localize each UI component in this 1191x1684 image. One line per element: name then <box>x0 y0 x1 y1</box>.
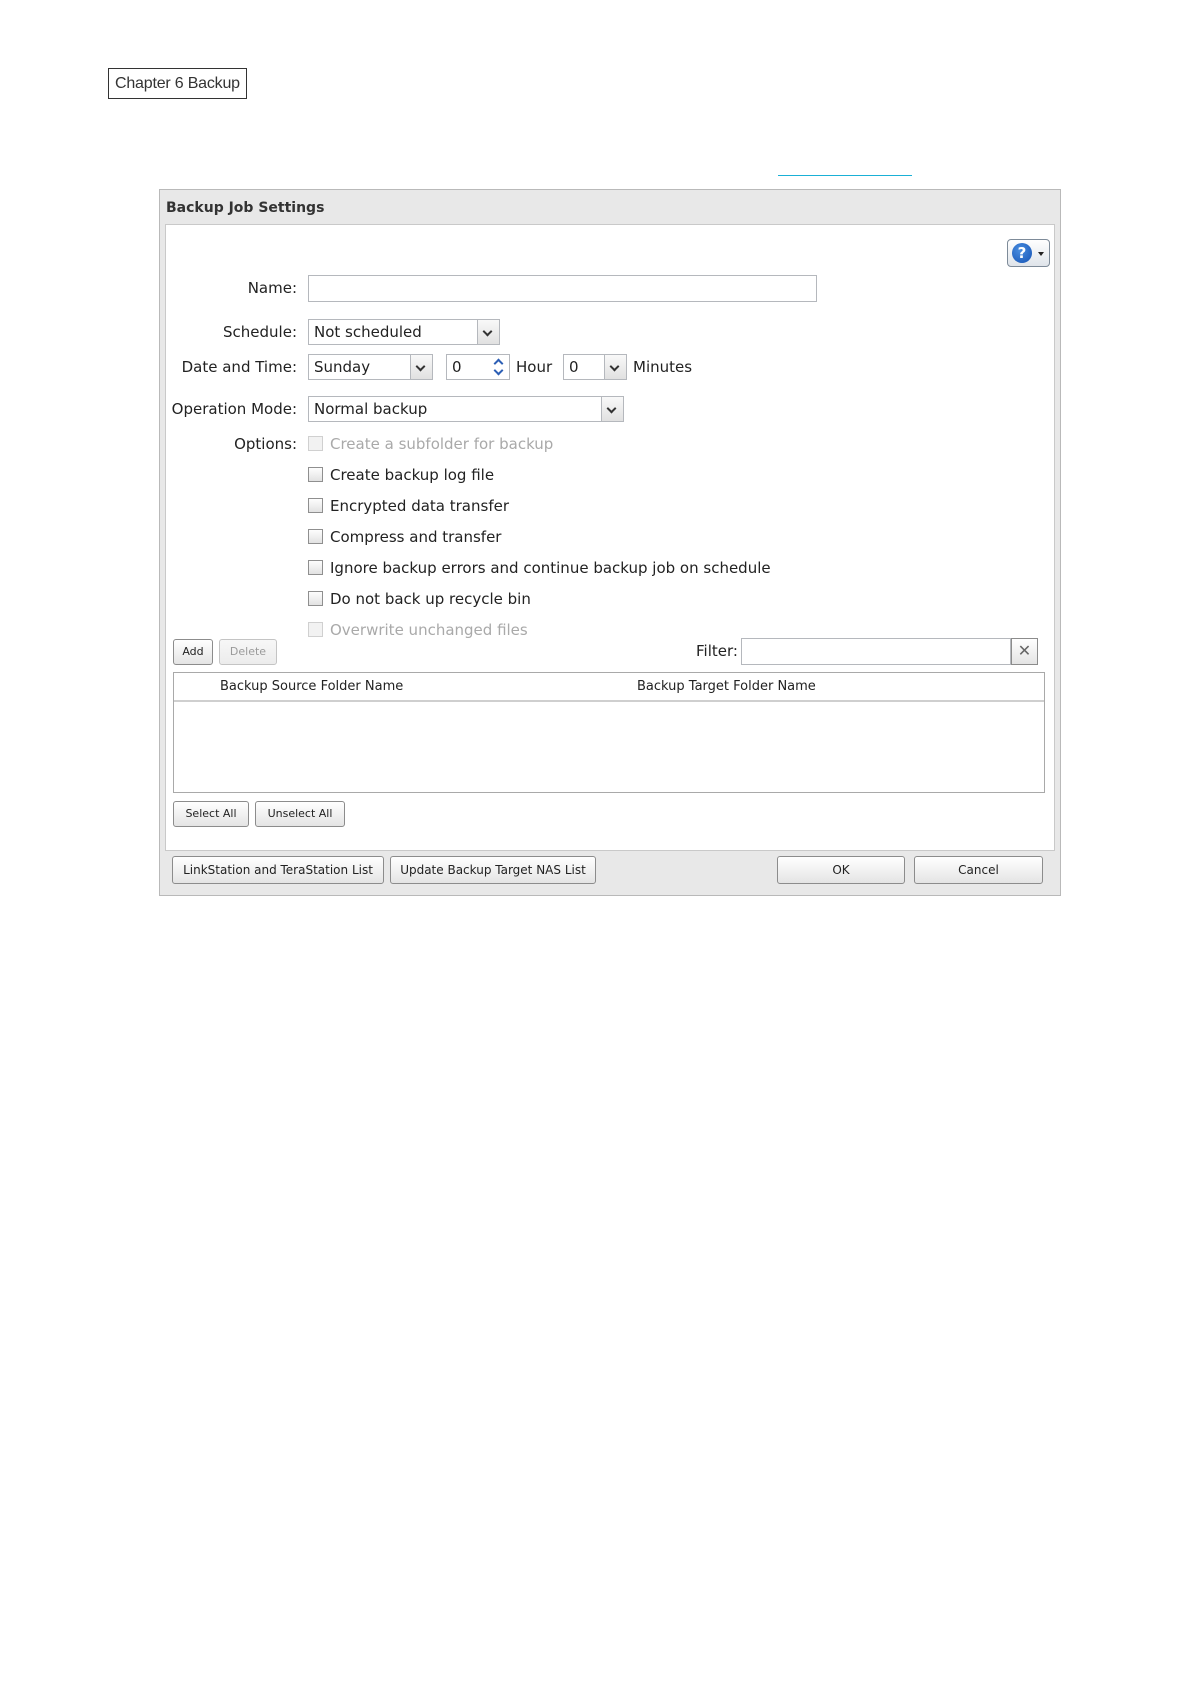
spinner-icon[interactable] <box>491 355 509 379</box>
chevron-down-icon <box>604 355 626 379</box>
chevron-down-icon <box>477 320 499 344</box>
update-nas-list-button[interactable]: Update Backup Target NAS List <box>390 856 596 884</box>
chevron-down-icon <box>601 397 623 421</box>
ok-button[interactable]: OK <box>777 856 905 884</box>
checkbox <box>308 622 323 637</box>
chevron-down-icon <box>410 355 432 379</box>
schedule-select[interactable]: Not scheduled <box>308 319 500 345</box>
hour-value: 0 <box>452 358 462 376</box>
operation-mode-select[interactable]: Normal backup <box>308 396 624 422</box>
option-label: Compress and transfer <box>330 528 502 546</box>
checkbox[interactable] <box>308 467 323 482</box>
checkbox[interactable] <box>308 591 323 606</box>
schedule-label: Schedule: <box>223 323 297 341</box>
filter-input[interactable] <box>741 638 1011 665</box>
arrow-down-icon <box>493 365 504 376</box>
option-label: Create a subfolder for backup <box>330 435 554 453</box>
datetime-label: Date and Time: <box>181 358 297 376</box>
hour-unit-label: Hour <box>516 358 553 376</box>
delete-button[interactable]: Delete <box>219 639 277 665</box>
dialog-body: ? Name: Schedule: Not scheduled Date and… <box>165 224 1055 851</box>
option-label: Encrypted data transfer <box>330 497 509 515</box>
day-value: Sunday <box>314 358 371 376</box>
option-label: Overwrite unchanged files <box>330 621 528 639</box>
operation-mode-label: Operation Mode: <box>171 400 297 418</box>
options-label: Options: <box>234 435 297 453</box>
checkbox[interactable] <box>308 529 323 544</box>
link-underline <box>778 175 912 176</box>
option-label: Create backup log file <box>330 466 495 484</box>
option-label: Ignore backup errors and continue backup… <box>330 559 771 577</box>
backup-job-settings-dialog: Backup Job Settings ? Name: Schedule: No… <box>159 189 1061 896</box>
minutes-select[interactable]: 0 <box>563 354 627 380</box>
minutes-unit-label: Minutes <box>633 358 693 376</box>
checkbox[interactable] <box>308 498 323 513</box>
add-button[interactable]: Add <box>173 639 213 665</box>
name-label: Name: <box>247 279 297 297</box>
column-header-source[interactable]: Backup Source Folder Name <box>220 679 403 694</box>
table-header: Backup Source Folder Name Backup Target … <box>174 673 1044 702</box>
schedule-value: Not scheduled <box>314 323 422 341</box>
option-label: Do not back up recycle bin <box>330 590 531 608</box>
checkbox[interactable] <box>308 560 323 575</box>
hour-stepper[interactable]: 0 <box>446 354 510 380</box>
dialog-title: Backup Job Settings <box>166 200 325 216</box>
filter-label: Filter: <box>696 642 738 660</box>
clear-filter-icon[interactable]: ✕ <box>1011 638 1038 665</box>
select-all-button[interactable]: Select All <box>173 801 249 827</box>
folder-table: Backup Source Folder Name Backup Target … <box>173 672 1045 793</box>
checkbox <box>308 436 323 451</box>
name-input[interactable] <box>308 275 817 302</box>
operation-mode-value: Normal backup <box>314 400 428 418</box>
column-header-target[interactable]: Backup Target Folder Name <box>637 679 816 694</box>
help-button[interactable]: ? <box>1007 239 1050 267</box>
chapter-label: Chapter 6 Backup <box>108 68 247 99</box>
day-select[interactable]: Sunday <box>308 354 433 380</box>
help-icon: ? <box>1012 243 1032 263</box>
caret-down-icon <box>1038 252 1044 256</box>
cancel-button[interactable]: Cancel <box>914 856 1043 884</box>
nas-list-button[interactable]: LinkStation and TeraStation List <box>172 856 384 884</box>
unselect-all-button[interactable]: Unselect All <box>255 801 345 827</box>
minutes-value: 0 <box>569 358 579 376</box>
